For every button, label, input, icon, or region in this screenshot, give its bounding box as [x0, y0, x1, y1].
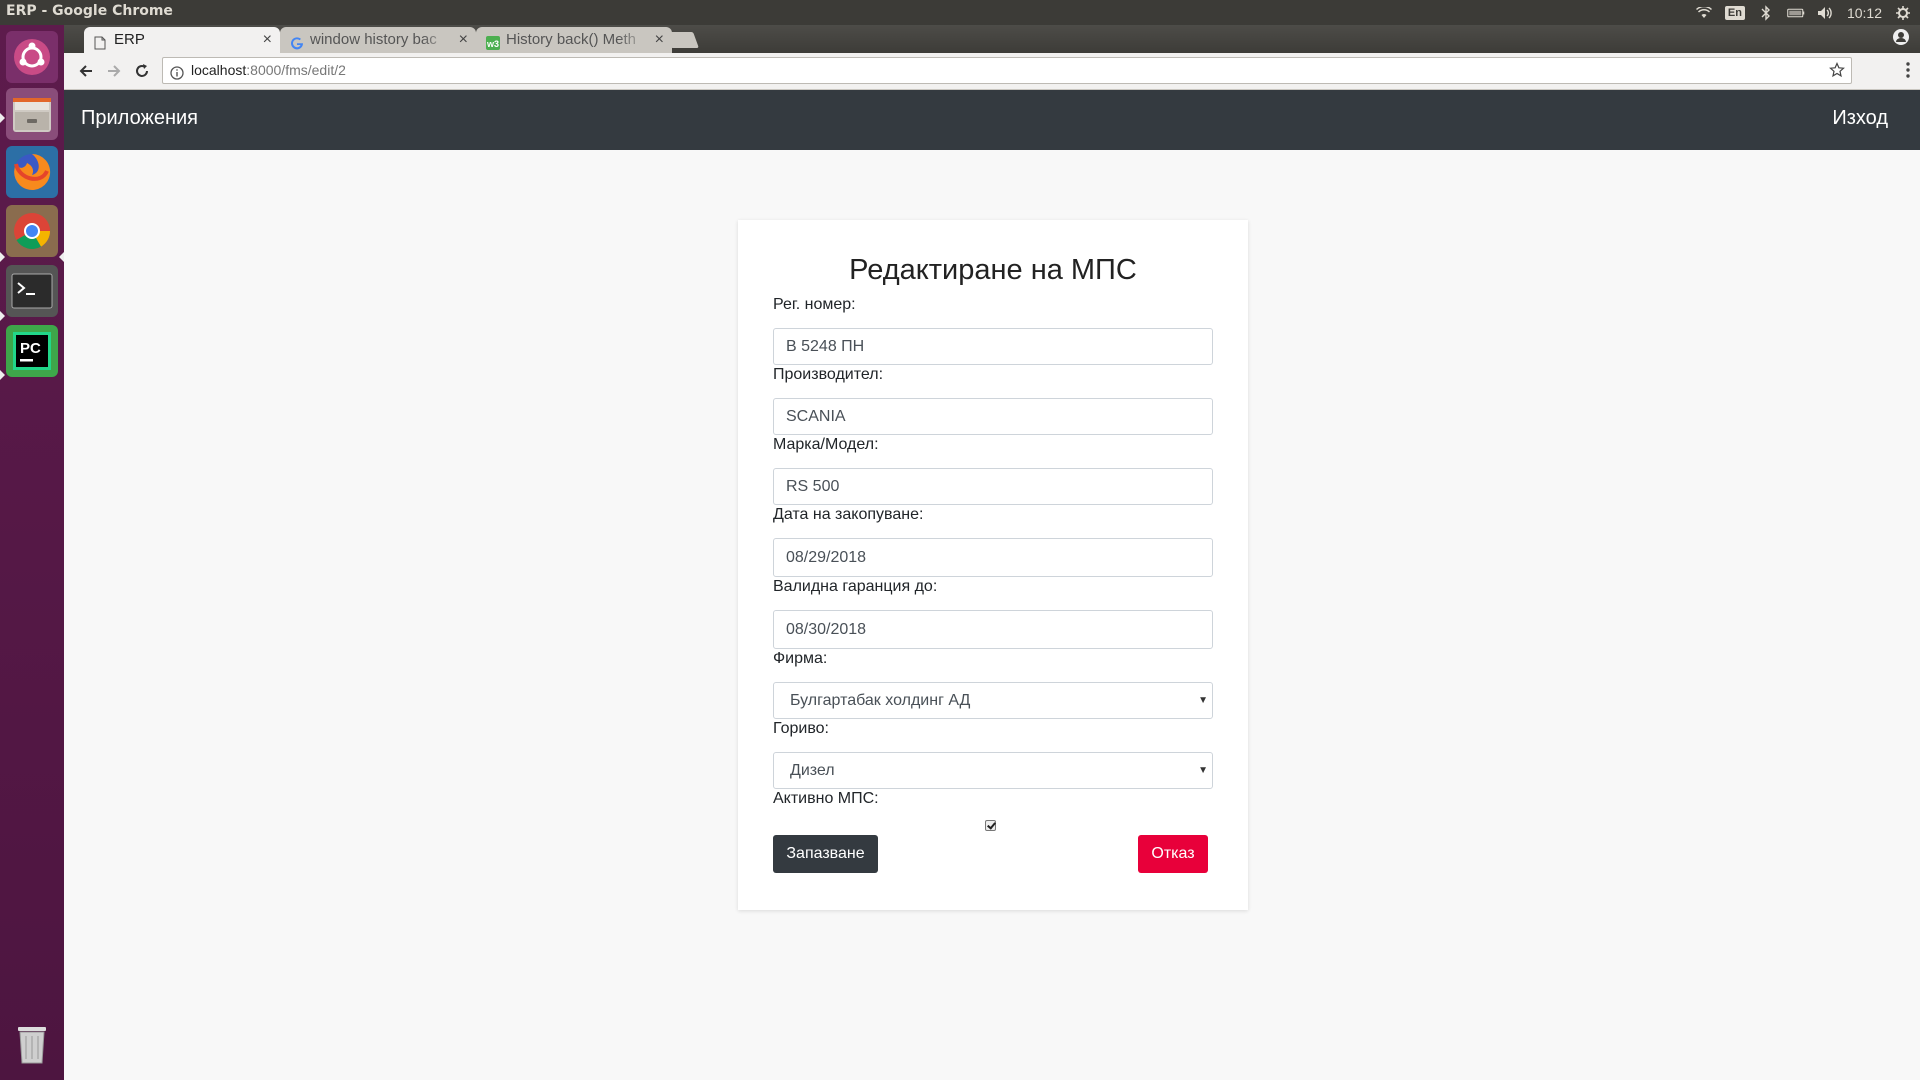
running-indicator [0, 370, 5, 380]
google-icon [290, 33, 304, 50]
tab-title-fade [618, 27, 648, 53]
info-icon[interactable] [170, 63, 184, 88]
browser-toolbar: localhost:8000/fms/edit/2 [64, 53, 1920, 90]
model-label: Марка/Модел: [773, 436, 879, 453]
tab-title: History back() Meth [506, 31, 637, 48]
warranty-label: Валидна гаранция до: [773, 578, 938, 595]
company-label: Фирма: [773, 650, 828, 667]
url-path: :8000/fms/edit/2 [246, 62, 346, 78]
warranty-date-input[interactable]: 08/30/2018 [773, 610, 1213, 649]
company-selected-value: Булгартабак холдинг АД [790, 692, 971, 709]
reload-icon[interactable] [130, 59, 154, 83]
close-icon[interactable]: × [263, 27, 272, 53]
logout-link[interactable]: Изход [1832, 107, 1888, 130]
save-button[interactable]: Запазване [773, 835, 878, 873]
svg-text:w3: w3 [486, 39, 499, 49]
dropdown-arrow-icon: ▼ [1198, 695, 1208, 706]
svg-text:PC: PC [20, 340, 41, 357]
wifi-icon[interactable] [1695, 4, 1713, 22]
cancel-button[interactable]: Отказ [1138, 835, 1208, 873]
url-host: localhost [191, 62, 247, 78]
running-indicator [0, 113, 5, 123]
address-bar[interactable]: localhost:8000/fms/edit/2 [162, 57, 1852, 84]
page-viewport: Приложения Изход Редактиране на МПС Рег.… [64, 90, 1920, 1080]
manufacturer-input[interactable]: SCANIA [773, 398, 1213, 435]
keyboard-language-indicator[interactable]: En [1724, 6, 1745, 20]
tab-title: window history bac [310, 31, 437, 48]
chrome-app-icon[interactable] [6, 205, 58, 257]
active-label: Активно МПС: [773, 790, 879, 807]
trash-icon[interactable] [6, 1017, 58, 1069]
system-tray: En 10:12 [1695, 2, 1912, 24]
purchase-date-label: Дата на закопуване: [773, 506, 924, 523]
ubuntu-dash-icon[interactable] [6, 31, 58, 83]
battery-icon[interactable] [1787, 4, 1805, 22]
new-tab-button[interactable] [665, 32, 699, 48]
page-icon [94, 33, 108, 50]
close-icon[interactable]: × [459, 27, 468, 53]
model-input[interactable]: RS 500 [773, 468, 1213, 505]
clock[interactable]: 10:12 [1847, 5, 1882, 21]
system-top-bar: ERP - Google Chrome En 10:12 [0, 0, 1920, 25]
launcher: PC [0, 25, 64, 1080]
bookmark-star-icon[interactable] [1829, 61, 1845, 86]
dropdown-arrow-icon: ▼ [1198, 765, 1208, 776]
apps-link[interactable]: Приложения [81, 107, 198, 130]
files-app-icon[interactable] [6, 88, 58, 140]
firefox-app-icon[interactable] [6, 146, 58, 198]
power-settings-icon[interactable] [1894, 4, 1912, 22]
fuel-select[interactable]: Дизел ▼ [773, 752, 1213, 789]
manufacturer-label: Производител: [773, 366, 884, 383]
back-icon[interactable] [74, 59, 98, 83]
tab-title-fade [422, 27, 452, 53]
edit-vehicle-form: Редактиране на МПС Рег. номер: В 5248 ПН… [738, 220, 1248, 910]
tab-erp[interactable]: ERP × [84, 27, 280, 53]
profile-icon[interactable] [1892, 28, 1910, 46]
app-navbar: Приложения Изход [64, 90, 1920, 150]
close-icon[interactable]: × [655, 27, 664, 53]
active-checkbox[interactable] [985, 820, 996, 831]
w3schools-icon: w3 [486, 33, 500, 50]
tab-history-back[interactable]: w3 History back() Meth × [476, 27, 672, 53]
company-select[interactable]: Булгартабак холдинг АД ▼ [773, 682, 1213, 719]
running-indicator [0, 311, 5, 321]
pycharm-app-icon[interactable]: PC [6, 325, 58, 377]
more-menu-icon[interactable] [1906, 62, 1910, 83]
terminal-app-icon[interactable] [6, 265, 58, 317]
purchase-date-input[interactable]: 08/29/2018 [773, 538, 1213, 577]
browser-tab-strip: ERP × window history bac × w3 History ba… [64, 25, 1920, 53]
window-title: ERP - Google Chrome [6, 3, 173, 19]
form-title: Редактиране на МПС [849, 254, 1137, 286]
reg-number-label: Рег. номер: [773, 296, 856, 313]
volume-icon[interactable] [1817, 4, 1835, 22]
fuel-label: Гориво: [773, 720, 829, 737]
forward-icon[interactable] [102, 59, 126, 83]
running-indicator [0, 252, 5, 262]
tab-window-history[interactable]: window history bac × [280, 27, 476, 53]
reg-number-input[interactable]: В 5248 ПН [773, 328, 1213, 365]
bluetooth-icon[interactable] [1757, 4, 1775, 22]
fuel-selected-value: Дизел [790, 762, 835, 779]
tab-title: ERP [114, 31, 145, 48]
